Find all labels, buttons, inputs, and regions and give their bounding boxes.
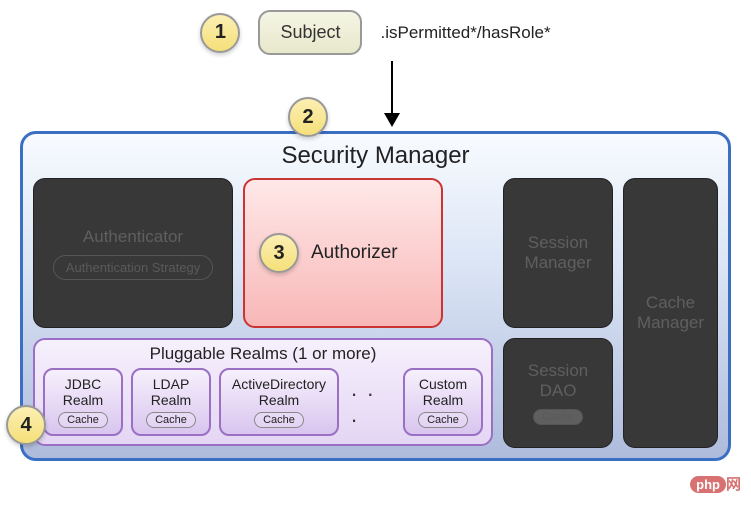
cache-manager-line1: Cache <box>646 293 695 313</box>
cache-manager-box: Cache Manager <box>623 178 718 448</box>
cache-pill: Cache <box>254 412 304 428</box>
subject-box: Subject <box>258 10 362 55</box>
realm-label-line1: LDAP <box>141 376 201 392</box>
realm-label-line1: ActiveDirectory <box>229 376 329 392</box>
authorizer-box: 3 Authorizer <box>243 178 443 328</box>
security-manager-title: Security Manager <box>33 140 718 178</box>
realm-custom: Custom Realm Cache <box>403 368 483 436</box>
cache-pill: Cache <box>533 409 583 425</box>
subject-label: Subject <box>280 22 340 42</box>
watermark-php: php <box>690 476 726 493</box>
realm-label-line2: Realm <box>141 392 201 408</box>
realms-row: JDBC Realm Cache LDAP Realm Cache Active… <box>43 368 483 436</box>
step-3-badge: 3 <box>259 233 299 273</box>
realm-label-line1: JDBC <box>53 376 113 392</box>
realm-label-line2: Realm <box>53 392 113 408</box>
arrow-area: 2 <box>10 61 741 131</box>
watermark: php网 <box>690 473 741 494</box>
security-manager-container: Security Manager Authenticator Authentic… <box>20 131 731 461</box>
cache-manager-line2: Manager <box>637 313 704 333</box>
method-call-text: .isPermitted*/hasRole* <box>380 23 550 43</box>
left-column: Authenticator Authentication Strategy 3 … <box>33 178 493 448</box>
top-row: 1 Subject .isPermitted*/hasRole* <box>10 10 741 55</box>
ellipsis-icon: . . . <box>347 376 395 428</box>
session-dao-box: Session DAO Cache <box>503 338 613 448</box>
session-manager-line2: Manager <box>524 253 591 273</box>
realm-label-line1: Custom <box>413 376 473 392</box>
realms-title: Pluggable Realms (1 or more) <box>43 344 483 368</box>
realm-jdbc: JDBC Realm Cache <box>43 368 123 436</box>
realm-label-line2: Realm <box>413 392 473 408</box>
cache-pill: Cache <box>58 412 108 428</box>
pluggable-realms-container: Pluggable Realms (1 or more) JDBC Realm … <box>33 338 493 446</box>
top-modules-row: Authenticator Authentication Strategy 3 … <box>33 178 493 328</box>
authenticator-box: Authenticator Authentication Strategy <box>33 178 233 328</box>
authenticator-label: Authenticator <box>83 227 183 247</box>
realm-ldap: LDAP Realm Cache <box>131 368 211 436</box>
step-1-badge: 1 <box>200 13 240 53</box>
session-dao-line1: Session <box>528 361 588 381</box>
cache-pill: Cache <box>418 412 468 428</box>
step-2-badge: 2 <box>288 97 328 137</box>
authorizer-label: Authorizer <box>311 242 398 264</box>
session-dao-line2: DAO <box>540 381 577 401</box>
realm-activedirectory: ActiveDirectory Realm Cache <box>219 368 339 436</box>
session-manager-box: Session Manager <box>503 178 613 328</box>
arrow-head-icon <box>384 113 400 127</box>
security-manager-body: Authenticator Authentication Strategy 3 … <box>33 178 718 448</box>
right-stack: Session Manager Session DAO Cache <box>503 178 613 448</box>
authentication-strategy-label: Authentication Strategy <box>53 255 213 280</box>
watermark-suffix: 网 <box>726 476 741 493</box>
session-manager-line1: Session <box>528 233 588 253</box>
arrow-line <box>391 61 393 116</box>
cache-pill: Cache <box>146 412 196 428</box>
realm-label-line2: Realm <box>229 392 329 408</box>
step-4-badge: 4 <box>6 405 46 445</box>
